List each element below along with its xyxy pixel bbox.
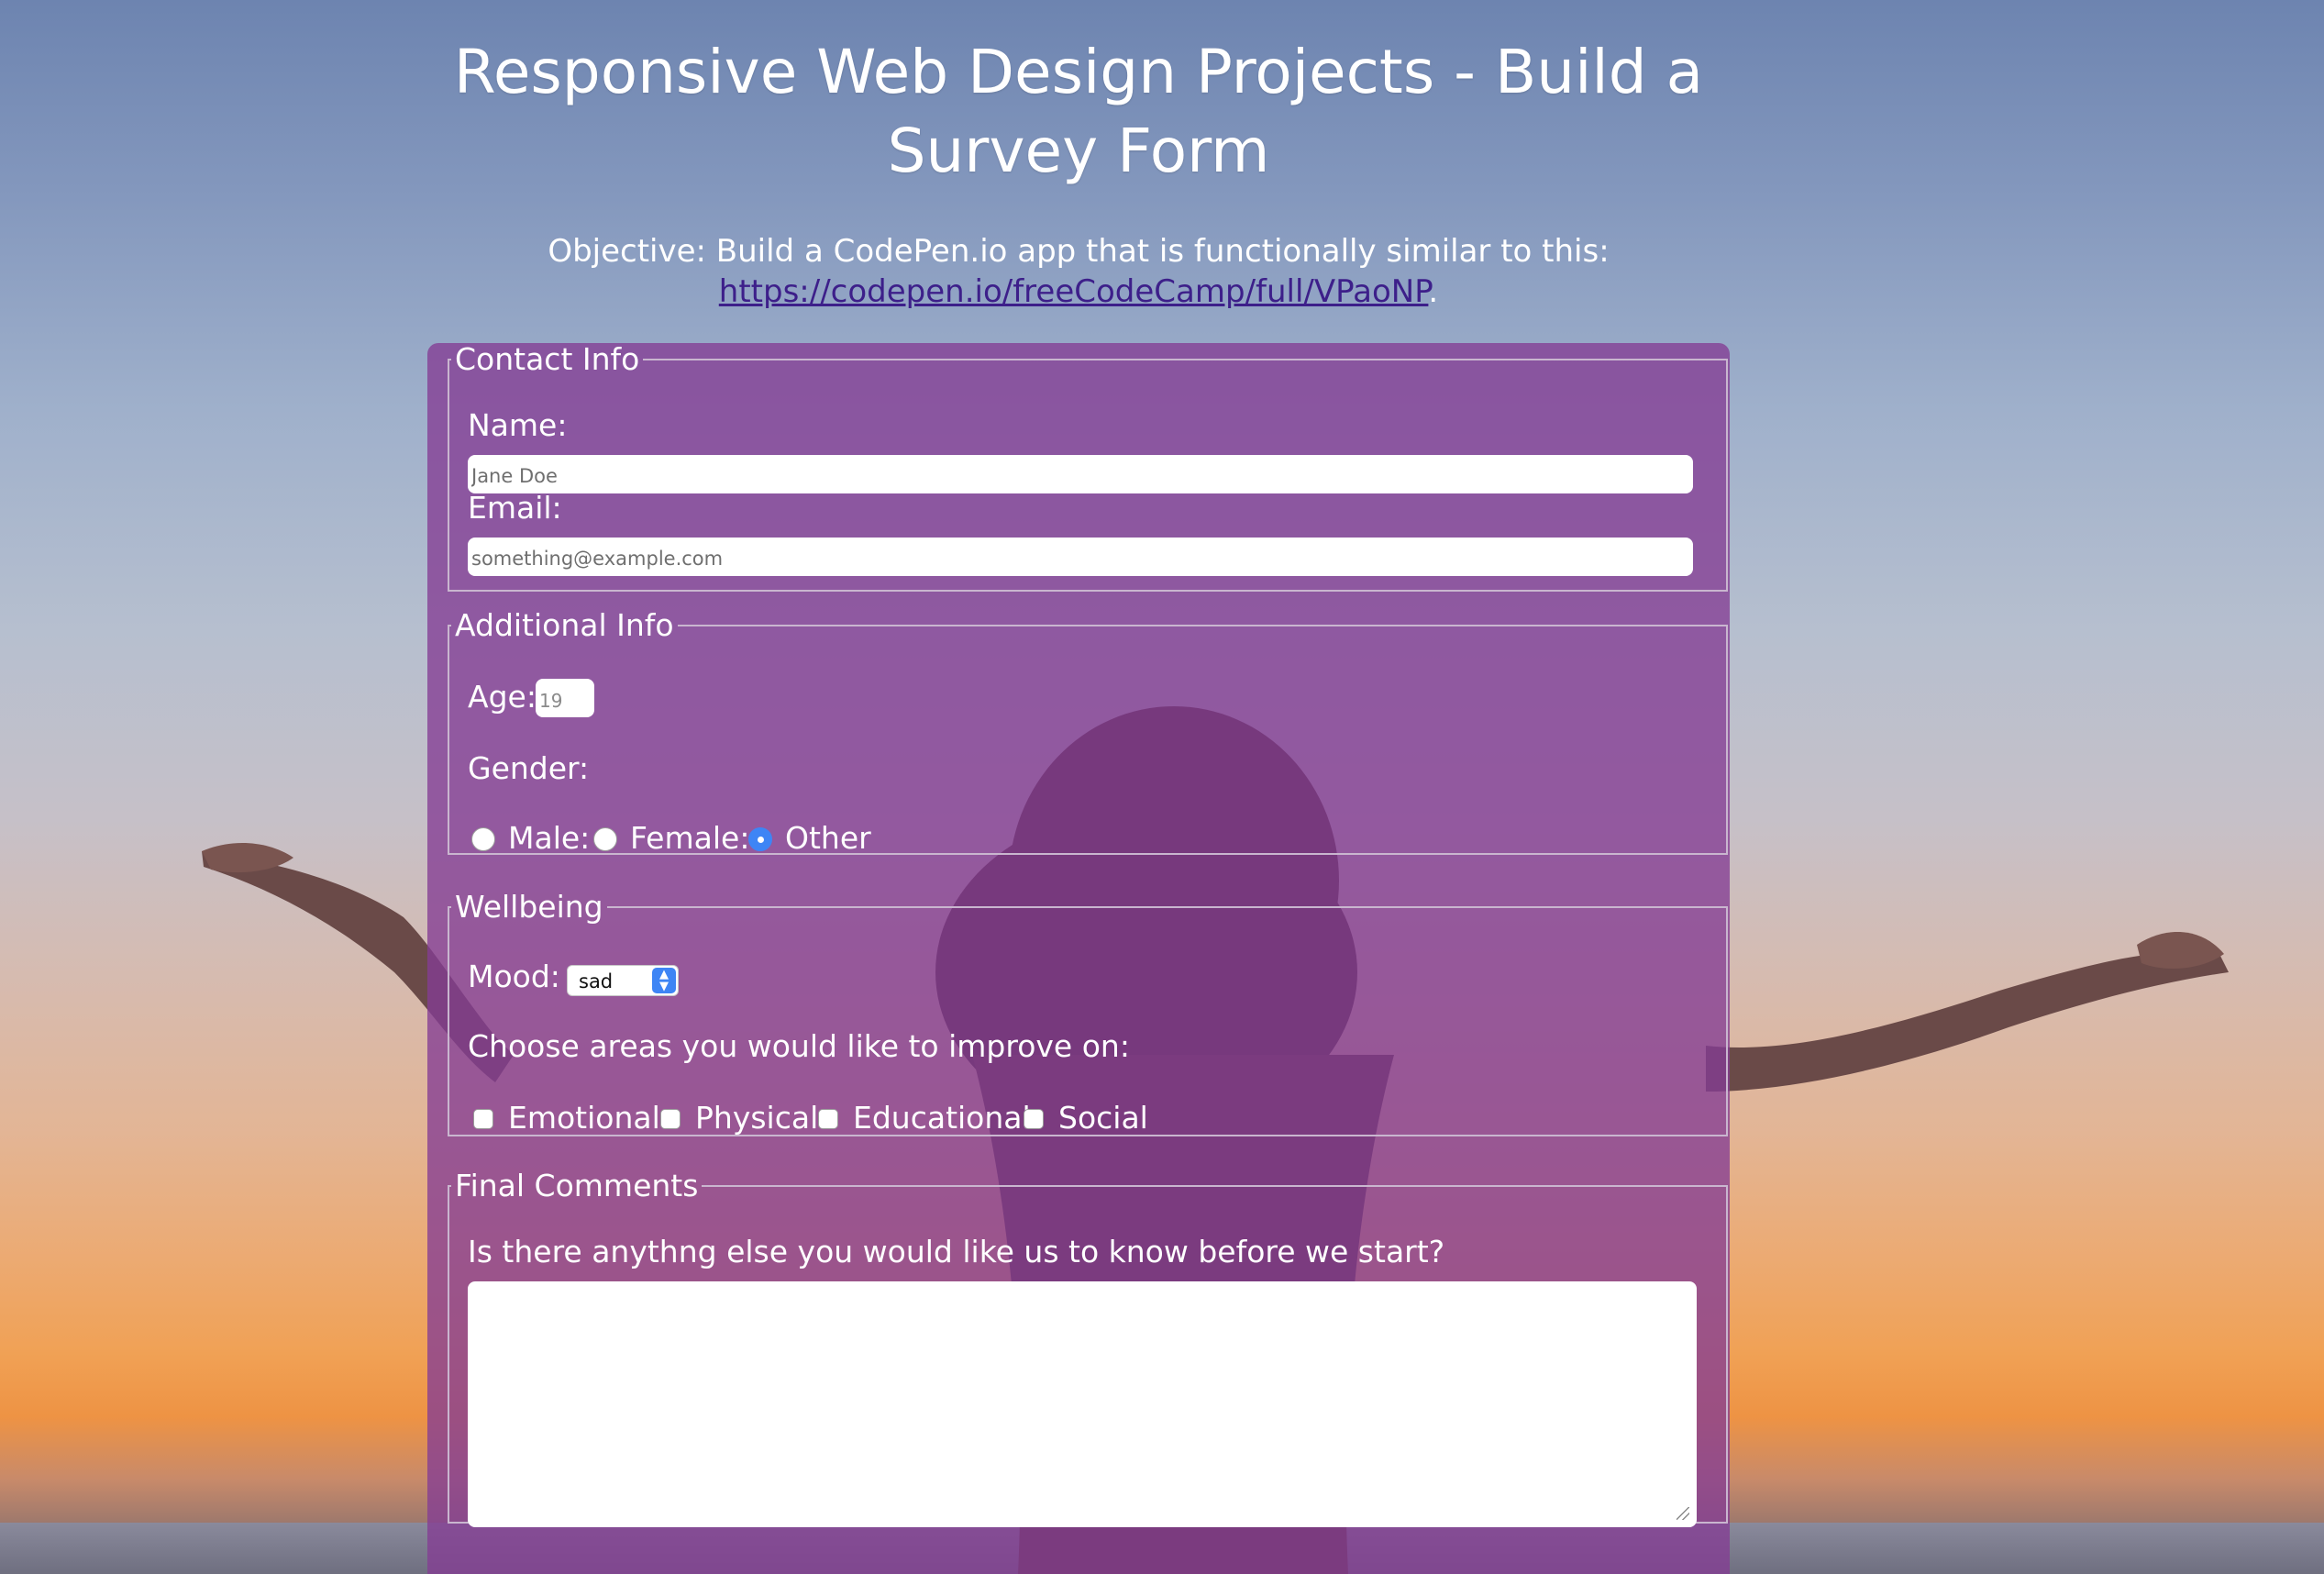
area-social-label: Social	[1058, 1100, 1148, 1136]
name-input[interactable]	[468, 455, 1693, 493]
resize-grip-icon[interactable]	[1677, 1507, 1689, 1520]
additional-info-fieldset: Additional Info Age: Gender: Male: Femal…	[448, 607, 1728, 856]
gender-male-radio[interactable]	[471, 827, 495, 851]
gender-label: Gender:	[468, 750, 590, 786]
objective-text: Objective: Build a CodePen.io app that i…	[427, 231, 1730, 312]
email-label: Email:	[468, 490, 562, 526]
objective-period: .	[1428, 273, 1439, 310]
age-input[interactable]	[536, 679, 594, 717]
gender-female-label: Female:	[630, 820, 750, 856]
final-comments-legend: Final Comments	[455, 1168, 699, 1203]
mood-select[interactable]: sad ▲ ▼	[567, 965, 679, 996]
objective-description: Objective: Build a CodePen.io app that i…	[548, 233, 1610, 270]
wellbeing-fieldset: Wellbeing Mood: sad ▲ ▼ Choose areas you …	[448, 891, 1728, 1136]
gender-male-label: Male:	[508, 820, 591, 856]
additional-info-legend: Additional Info	[455, 607, 674, 643]
age-label: Age:	[468, 679, 537, 715]
email-input[interactable]	[468, 538, 1693, 576]
page-title: Responsive Web Design Projects - Build a…	[453, 37, 1704, 186]
select-arrows-icon: ▲ ▼	[652, 968, 676, 993]
area-physical-label: Physical	[695, 1100, 819, 1136]
gender-other-radio[interactable]	[748, 827, 772, 851]
area-emotional-checkbox[interactable]	[473, 1109, 493, 1129]
gender-other-label: Other	[785, 820, 871, 856]
codepen-link[interactable]: https://codepen.io/freeCodeCamp/full/VPa…	[719, 273, 1429, 310]
survey-form: Contact Info Name: Email: Additional Inf…	[427, 343, 1730, 1574]
area-emotional-label: Emotional	[508, 1100, 660, 1136]
area-educational-label: Educational	[853, 1100, 1031, 1136]
area-physical-checkbox[interactable]	[660, 1109, 681, 1129]
contact-info-legend: Contact Info	[455, 341, 640, 377]
area-educational-checkbox[interactable]	[818, 1109, 838, 1129]
area-social-checkbox[interactable]	[1024, 1109, 1044, 1129]
gender-female-radio[interactable]	[593, 827, 617, 851]
name-label: Name:	[468, 407, 568, 443]
mood-label: Mood:	[468, 959, 560, 994]
wellbeing-legend: Wellbeing	[455, 889, 603, 925]
improve-label: Choose areas you would like to improve o…	[468, 1028, 1130, 1064]
comments-textarea[interactable]	[468, 1281, 1697, 1527]
final-question-label: Is there anythng else you would like us …	[468, 1234, 1445, 1269]
final-comments-fieldset: Final Comments Is there anythng else you…	[448, 1168, 1728, 1527]
mood-select-value: sad	[579, 970, 614, 992]
contact-info-fieldset: Contact Info Name: Email:	[448, 343, 1728, 592]
